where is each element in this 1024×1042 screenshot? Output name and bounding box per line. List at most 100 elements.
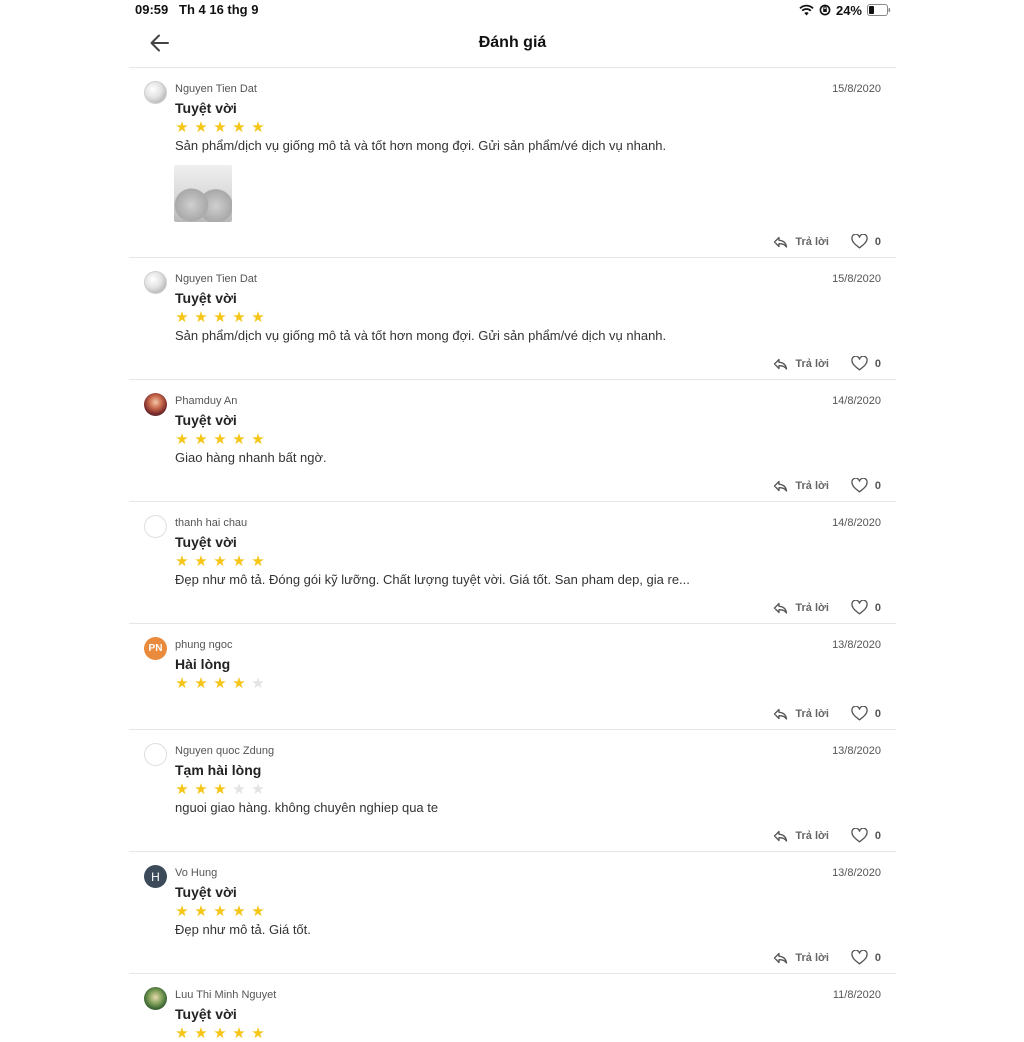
star-icon: ★: [213, 781, 227, 798]
heart-icon: [851, 356, 868, 371]
reply-button[interactable]: Trả lời: [773, 602, 829, 614]
star-icon: ★: [232, 431, 246, 448]
reply-button[interactable]: Trả lời: [773, 358, 829, 370]
reviewer-name[interactable]: phung ngoc: [175, 639, 233, 651]
battery-icon: [867, 4, 891, 16]
review-item: Nguyen quoc Zdung 13/8/2020 Tạm hài lòng ★ ★…: [129, 729, 896, 852]
review-text: Giao hàng nhanh bất ngờ.: [175, 450, 327, 465]
reply-icon: [773, 830, 788, 842]
star-icon: ★: [213, 675, 227, 692]
review-item: Phamduy An 14/8/2020 Tuyệt vời ★ ★ ★ ★ ★ Giao hà…: [129, 379, 896, 502]
star-icon: ★: [251, 309, 265, 326]
rating-label: Tuyệt vời: [175, 884, 237, 900]
avatar[interactable]: [144, 743, 167, 766]
rating-label: Tuyệt vời: [175, 534, 237, 550]
review-text: nguoi giao hàng. không chuyên nghiep qua…: [175, 800, 439, 815]
review-photo[interactable]: [174, 165, 232, 222]
reply-icon: [773, 358, 788, 370]
star-icon: ★: [213, 903, 227, 920]
star-rating: ★ ★ ★ ★ ★: [175, 120, 265, 135]
review-actions: Trả lời 0: [773, 706, 881, 721]
star-icon: ★: [175, 309, 189, 326]
like-count: 0: [874, 357, 881, 370]
like-button[interactable]: 0: [851, 478, 881, 493]
review-actions: Trả lời 0: [773, 478, 881, 493]
star-icon: ★: [251, 119, 265, 136]
star-rating: ★ ★ ★ ★ ★: [175, 1026, 265, 1041]
reviewer-name[interactable]: Vo Hung: [175, 867, 217, 879]
star-rating: ★ ★ ★ ★ ★: [175, 432, 265, 447]
review-actions: Trả lời 0: [773, 828, 881, 843]
status-indicators: 24%: [799, 2, 891, 18]
star-icon: ★: [194, 781, 208, 798]
reviewer-name[interactable]: Nguyen quoc Zdung: [175, 745, 274, 757]
star-icon: ★: [194, 903, 208, 920]
like-count: 0: [874, 479, 881, 492]
star-rating: ★ ★ ★ ★ ★: [175, 782, 265, 797]
heart-icon: [851, 828, 868, 843]
avatar[interactable]: [144, 987, 167, 1010]
review-date: 14/8/2020: [832, 395, 881, 407]
review-actions: Trả lời 0: [773, 950, 881, 965]
star-icon: ★: [232, 309, 246, 326]
star-icon: ★: [175, 553, 189, 570]
rating-label: Tuyệt vời: [175, 1006, 237, 1022]
star-icon: ★: [175, 119, 189, 136]
reply-button[interactable]: Trả lời: [773, 708, 829, 720]
status-bar: 09:59 Th 4 16 thg 9 24%: [0, 0, 1024, 20]
heart-icon: [851, 950, 868, 965]
reviewer-name[interactable]: Nguyen Tien Dat: [175, 83, 257, 95]
star-rating: ★ ★ ★ ★ ★: [175, 554, 265, 569]
like-button[interactable]: 0: [851, 828, 881, 843]
like-button[interactable]: 0: [851, 950, 881, 965]
rating-label: Tạm hài lòng: [175, 762, 262, 778]
star-icon: ★: [251, 675, 265, 692]
review-date: 15/8/2020: [832, 83, 881, 95]
like-count: 0: [874, 235, 881, 248]
orientation-lock-icon: [819, 4, 831, 16]
avatar-initials: H: [151, 869, 160, 884]
reply-label: Trả lời: [795, 601, 829, 614]
reply-label: Trả lời: [795, 235, 829, 248]
star-icon: ★: [251, 781, 265, 798]
avatar[interactable]: [144, 81, 167, 104]
reply-icon: [773, 602, 788, 614]
reviewer-name[interactable]: Nguyen Tien Dat: [175, 273, 257, 285]
avatar[interactable]: [144, 271, 167, 294]
avatar[interactable]: H: [144, 865, 167, 888]
star-icon: ★: [175, 1025, 189, 1042]
reply-button[interactable]: Trả lời: [773, 236, 829, 248]
like-button[interactable]: 0: [851, 600, 881, 615]
star-icon: ★: [213, 309, 227, 326]
heart-icon: [851, 234, 868, 249]
reply-button[interactable]: Trả lời: [773, 480, 829, 492]
avatar[interactable]: PN: [144, 637, 167, 660]
reviewer-name[interactable]: Phamduy An: [175, 395, 237, 407]
heart-icon: [851, 478, 868, 493]
review-item: Nguyen Tien Dat 15/8/2020 Tuyệt vời ★ ★ ★ ★ ★ Sả…: [129, 67, 896, 258]
status-date: Th 4 16 thg 9: [179, 2, 259, 17]
star-icon: ★: [194, 119, 208, 136]
reviewer-name[interactable]: thanh hai chau: [175, 517, 247, 529]
rating-label: Tuyệt vời: [175, 290, 237, 306]
review-item: Luu Thi Minh Nguyet 11/8/2020 Tuyệt vời ★ ★ ★…: [129, 973, 896, 1041]
reply-button[interactable]: Trả lời: [773, 830, 829, 842]
heart-icon: [851, 600, 868, 615]
review-text: Đẹp như mô tả. Đóng gói kỹ lưỡng. Chất l…: [175, 572, 690, 587]
like-button[interactable]: 0: [851, 706, 881, 721]
review-actions: Trả lời 0: [773, 600, 881, 615]
star-icon: ★: [175, 903, 189, 920]
reviewer-name[interactable]: Luu Thi Minh Nguyet: [175, 989, 276, 1001]
star-icon: ★: [251, 1025, 265, 1042]
review-text: Sản phẩm/dịch vụ giống mô tả và tốt hơn …: [175, 328, 667, 343]
review-actions: Trả lời 0: [773, 356, 881, 371]
avatar[interactable]: [144, 393, 167, 416]
review-date: 14/8/2020: [832, 517, 881, 529]
review-date: 15/8/2020: [832, 273, 881, 285]
reply-button[interactable]: Trả lời: [773, 952, 829, 964]
avatar[interactable]: [144, 515, 167, 538]
star-icon: ★: [251, 431, 265, 448]
star-icon: ★: [175, 431, 189, 448]
like-button[interactable]: 0: [851, 234, 881, 249]
like-button[interactable]: 0: [851, 356, 881, 371]
